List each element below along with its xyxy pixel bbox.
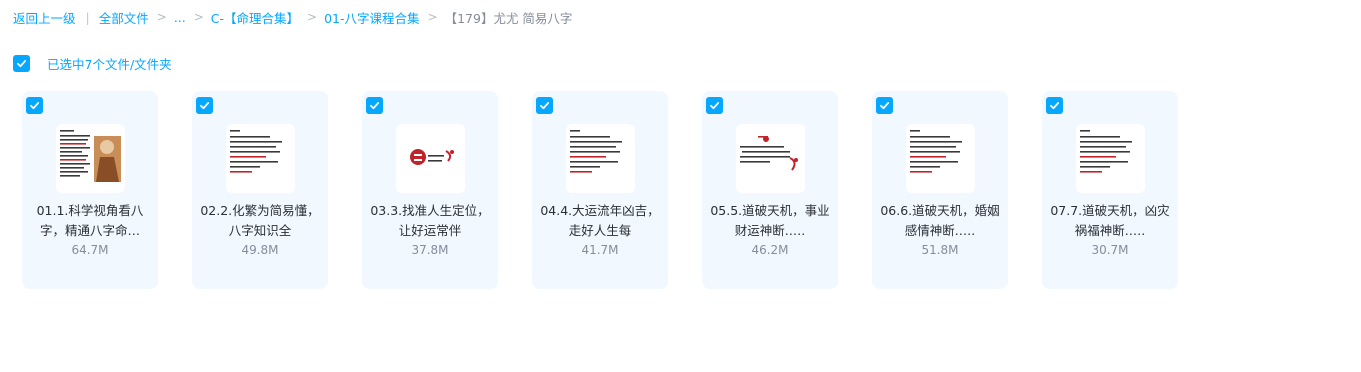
file-name[interactable]: 01.1.科学视角看八字，精通八字命… <box>28 201 152 241</box>
breadcrumb-all-files[interactable]: 全部文件 <box>99 8 149 27</box>
file-size: 49.8M <box>241 243 279 257</box>
file-size: 37.8M <box>411 243 449 257</box>
file-name[interactable]: 05.5.道破天机，事业财运神断.…. <box>708 201 832 241</box>
file-card[interactable]: 04.4.大运流年凶吉，走好人生每 41.7M <box>532 91 668 289</box>
file-checkbox[interactable] <box>196 97 213 114</box>
file-grid: 01.1.科学视角看八字，精通八字命… 64.7M 02.2.化繁为简易懂，八字知识… <box>22 91 1212 289</box>
doc-text-thumb <box>906 124 975 193</box>
doc-seal-thumb <box>736 124 805 193</box>
file-size: 46.2M <box>751 243 789 257</box>
file-checkbox[interactable] <box>1046 97 1063 114</box>
check-icon <box>29 102 40 110</box>
file-checkbox[interactable] <box>536 97 553 114</box>
file-name[interactable]: 02.2.化繁为简易懂，八字知识全 <box>198 201 322 241</box>
file-size: 64.7M <box>71 243 109 257</box>
file-card[interactable]: 03.3.找准人生定位，让好运常伴 37.8M <box>362 91 498 289</box>
breadcrumb-folder-01[interactable]: 01-八字课程合集 <box>324 8 419 27</box>
file-card[interactable]: 01.1.科学视角看八字，精通八字命… 64.7M <box>22 91 158 289</box>
file-checkbox[interactable] <box>876 97 893 114</box>
breadcrumb: 返回上一级 | 全部文件 > ... > C-【命理合集】 > 01-八字课程合… <box>13 8 572 26</box>
back-link[interactable]: 返回上一级 <box>13 8 76 27</box>
doc-text-thumb <box>566 124 635 193</box>
file-card[interactable]: 07.7.道破天机，凶灾祸福神断.…. 30.7M <box>1042 91 1178 289</box>
breadcrumb-separator: > <box>307 10 318 24</box>
file-card[interactable]: 05.5.道破天机，事业财运神断.…. 46.2M <box>702 91 838 289</box>
file-checkbox[interactable] <box>26 97 43 114</box>
check-icon <box>369 102 380 110</box>
check-icon <box>16 60 27 68</box>
check-icon <box>539 102 550 110</box>
breadcrumb-separator: > <box>427 10 438 24</box>
doc-text-thumb <box>226 124 295 193</box>
selection-count-text: 已选中7个文件/文件夹 <box>47 57 172 72</box>
file-card[interactable]: 06.6.道破天机，婚姻感情神断.…. 51.8M <box>872 91 1008 289</box>
file-name[interactable]: 04.4.大运流年凶吉，走好人生每 <box>538 201 662 241</box>
doc-portrait-thumb <box>56 124 125 193</box>
breadcrumb-separator: > <box>193 10 204 24</box>
file-checkbox[interactable] <box>366 97 383 114</box>
file-name[interactable]: 07.7.道破天机，凶灾祸福神断.…. <box>1048 201 1172 241</box>
breadcrumb-separator: > <box>156 10 167 24</box>
file-size: 51.8M <box>921 243 959 257</box>
breadcrumb-current: 【179】尤尤 简易八字 <box>444 10 573 26</box>
breadcrumb-divider: | <box>85 9 90 25</box>
file-checkbox[interactable] <box>706 97 723 114</box>
doc-text-thumb <box>1076 124 1145 193</box>
file-name[interactable]: 06.6.道破天机，婚姻感情神断.…. <box>878 201 1002 241</box>
file-size: 30.7M <box>1091 243 1129 257</box>
file-name[interactable]: 03.3.找准人生定位，让好运常伴 <box>368 201 492 241</box>
file-card[interactable]: 02.2.化繁为简易懂，八字知识全 49.8M <box>192 91 328 289</box>
check-icon <box>199 102 210 110</box>
logo-seal-thumb <box>396 124 465 193</box>
breadcrumb-ellipsis[interactable]: ... <box>174 10 186 25</box>
check-icon <box>879 102 890 110</box>
check-icon <box>709 102 720 110</box>
breadcrumb-folder-c[interactable]: C-【命理合集】 <box>211 8 299 27</box>
file-size: 41.7M <box>581 243 619 257</box>
selection-bar: 已选中7个文件/文件夹 <box>13 55 172 72</box>
select-all-checkbox[interactable] <box>13 55 30 72</box>
check-icon <box>1049 102 1060 110</box>
